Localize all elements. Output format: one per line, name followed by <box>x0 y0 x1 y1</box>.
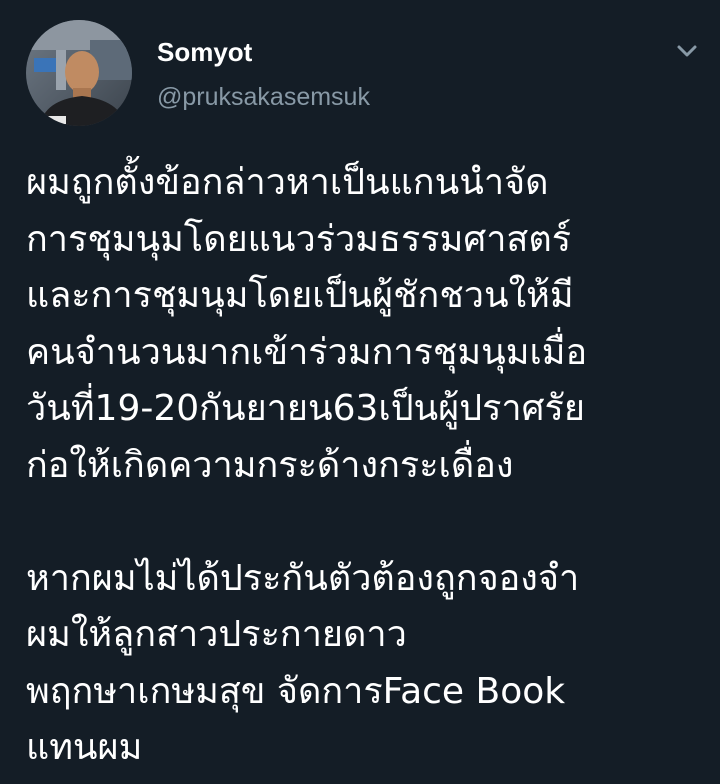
tweet-line: พฤกษาเกษมสุข จัดการFace Book <box>26 670 566 712</box>
display-name[interactable]: Somyot <box>157 36 252 68</box>
tweet-line: วันที่19-20กันยายน63เป็นผู้ปราศรัย <box>26 388 585 429</box>
user-handle[interactable]: @pruksakasemsuk <box>157 82 370 112</box>
tweet-line: ผมถูกตั้งข้อกล่าวหาเป็นแกนนำจัด <box>26 162 549 203</box>
chevron-down-icon[interactable] <box>670 36 704 66</box>
tweet-line: แทนผม <box>26 727 143 768</box>
tweet-line: หากผมไม่ได้ประกันตัวต้องถูกจองจำ <box>26 557 580 599</box>
tweet-line: ก่อให้เกิดความกระด้างกระเดื่อง <box>26 444 514 486</box>
tweet-text: ผมถูกตั้งข้อกล่าวหาเป็นแกนนำจัด การชุมนุ… <box>26 155 706 777</box>
tweet-line: คนจำนวนมากเข้าร่วมการชุมนุมเมื่อ <box>26 331 588 373</box>
tweet-line: และการชุมนุมโดยเป็นผู้ชักชวนให้มี <box>26 275 574 316</box>
profile-photo <box>26 20 132 126</box>
avatar[interactable] <box>26 20 132 126</box>
tweet-card: Somyot @pruksakasemsuk ผมถูกตั้งข้อกล่าว… <box>0 0 720 784</box>
tweet-line: การชุมนุมโดยแนวร่วมธรรมศาสตร์ <box>26 218 572 260</box>
tweet-line: ผมให้ลูกสาวประกายดาว <box>26 614 407 655</box>
